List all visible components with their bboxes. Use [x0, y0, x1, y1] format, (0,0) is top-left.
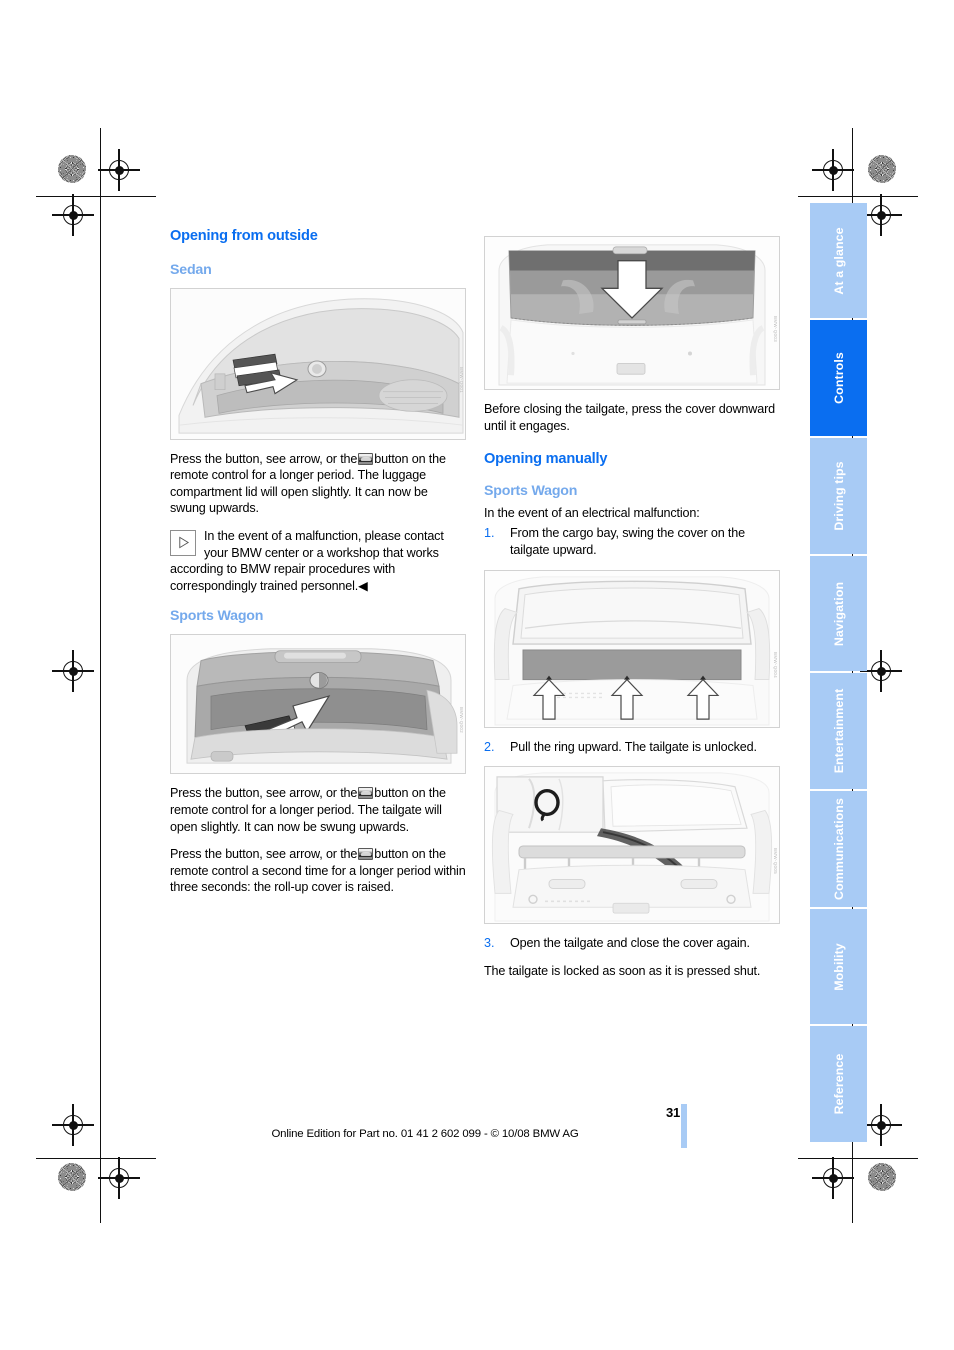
swing-cover-upward-illustration: BMW-Q004	[484, 569, 780, 728]
sidebar-tab-label: Communications	[831, 798, 846, 900]
step-3: 3. Open the tailgate and close the cover…	[484, 935, 780, 952]
figure-watermark: BMW-Q003	[773, 316, 778, 343]
tailgate-locked-note: The tailgate is locked as soon as it is …	[484, 963, 761, 978]
sidebar-tab-label: Mobility	[831, 942, 846, 991]
step-1-text: From the cargo bay, swing the cover on t…	[510, 526, 745, 557]
sedan-paragraph-part1: Press the button, see arrow, or the	[170, 451, 358, 466]
page-section-heading: Opening from outside	[170, 228, 318, 244]
sedan-trunk-lid-button-illustration: BMW-Q001	[170, 287, 466, 440]
figure-watermark: BMW-Q002	[459, 707, 464, 734]
left-column: Opening from outside Sedan BMW-Q001 Pres…	[170, 228, 466, 907]
registration-target-bottom-left-b	[98, 1157, 140, 1199]
sidebar-tab-navigation[interactable]: Navigation	[810, 556, 867, 671]
electrical-malfunction-intro: In the event of an electrical malfunctio…	[484, 505, 700, 520]
subheading-sports-wagon-left: Sports Wagon	[170, 608, 264, 625]
note-end-mark: ◀	[358, 578, 368, 593]
sidebar-tab-label: Controls	[831, 352, 846, 404]
sports-wagon-instruction-paragraph-1: Press the button, see arrow, or the butto…	[170, 785, 466, 835]
sidebar-tab-label: Driving tips	[831, 461, 846, 531]
trunk-release-button-icon	[358, 848, 374, 861]
sidebar-tab-label: Reference	[831, 1053, 846, 1115]
registration-target-top-left-b	[52, 194, 94, 236]
section-tab-strip: At a glance Controls Driving tips Naviga…	[810, 203, 867, 1144]
registration-target-mid-left	[52, 650, 94, 692]
right-column: BMW-Q003 Before closing the tailgate, pr…	[484, 236, 780, 990]
trim-line-bottom-right	[798, 1158, 918, 1160]
sports-wagon-tailgate-button-illustration: BMW-Q002	[170, 634, 466, 775]
step-3-number: 3.	[484, 936, 495, 951]
registration-target-bottom-left-a	[52, 1104, 94, 1146]
cargo-cover-press-down-illustration: BMW-Q003	[484, 236, 780, 390]
sidebar-tab-label: Entertainment	[831, 688, 846, 774]
sidebar-tab-driving-tips[interactable]: Driving tips	[810, 438, 867, 554]
sidebar-tab-reference[interactable]: Reference	[810, 1026, 867, 1142]
figure-watermark: BMW-Q004	[773, 651, 778, 678]
registration-dot-bottom-left	[58, 1163, 86, 1191]
sports-wagon-instruction-paragraph-2: Press the button, see arrow, or the butto…	[170, 846, 466, 896]
registration-dot-top-left	[58, 155, 86, 183]
step-3-text: Open the tailgate and close the cover ag…	[510, 936, 750, 951]
step-2-number: 2.	[484, 739, 495, 754]
pull-ring-upward-illustration: BMW-Q005	[484, 766, 780, 925]
triangle-note-icon	[170, 529, 196, 556]
registration-target-bottom-right-a	[860, 1104, 902, 1146]
malfunction-note: In the event of a malfunction, please co…	[170, 528, 466, 594]
page-number-bar	[681, 1104, 687, 1148]
trunk-release-button-icon	[358, 452, 374, 465]
registration-dot-bottom-right	[868, 1163, 896, 1191]
step-2: 2. Pull the ring upward. The tailgate is…	[484, 739, 780, 756]
sedan-instruction-paragraph: Press the button, see arrow, or the butto…	[170, 451, 466, 517]
cargo-cover-caption: Before closing the tailgate, press the c…	[484, 402, 775, 433]
sidebar-tab-label: At a glance	[831, 226, 846, 295]
registration-target-bottom-right-b	[812, 1157, 854, 1199]
footer-copyright: Online Edition for Part no. 01 41 2 602 …	[271, 1128, 579, 1140]
sidebar-tab-at-a-glance[interactable]: At a glance	[810, 203, 867, 318]
page-number: 31	[665, 1105, 680, 1120]
trim-line-top-right	[798, 196, 918, 198]
figure-watermark: BMW-Q005	[773, 848, 778, 875]
sidebar-tab-communications[interactable]: Communications	[810, 791, 867, 907]
step-1-number: 1.	[484, 526, 495, 541]
figure-watermark: BMW-Q001	[459, 366, 464, 393]
registration-target-top-right-b	[860, 194, 902, 236]
malfunction-note-text: In the event of a malfunction, please co…	[170, 528, 444, 593]
trunk-release-button-icon	[358, 787, 374, 800]
registration-target-top-left-a	[98, 149, 140, 191]
step-1: 1. From the cargo bay, swing the cover o…	[484, 525, 780, 558]
sidebar-tab-mobility[interactable]: Mobility	[810, 909, 867, 1024]
step-2-text: Pull the ring upward. The tailgate is un…	[510, 739, 757, 754]
trim-line-top	[36, 196, 156, 198]
sw-paragraph1-part1: Press the button, see arrow, or the	[170, 786, 358, 801]
trim-line-left	[100, 128, 102, 1223]
subheading-sports-wagon-right: Sports Wagon	[484, 482, 578, 499]
sidebar-tab-controls[interactable]: Controls	[810, 320, 867, 436]
registration-dot-top-right	[868, 155, 896, 183]
manual-page: Opening from outside Sedan BMW-Q001 Pres…	[0, 0, 954, 1350]
subheading-sedan: Sedan	[170, 261, 212, 278]
registration-target-mid-right	[860, 650, 902, 692]
opening-manually-heading: Opening manually	[484, 451, 608, 468]
sidebar-tab-entertainment[interactable]: Entertainment	[810, 673, 867, 789]
registration-target-top-right-a	[812, 149, 854, 191]
sidebar-tab-label: Navigation	[831, 581, 846, 646]
trim-line-bottom	[36, 1158, 156, 1160]
sw-paragraph2-part1: Press the button, see arrow, or the	[170, 847, 358, 862]
